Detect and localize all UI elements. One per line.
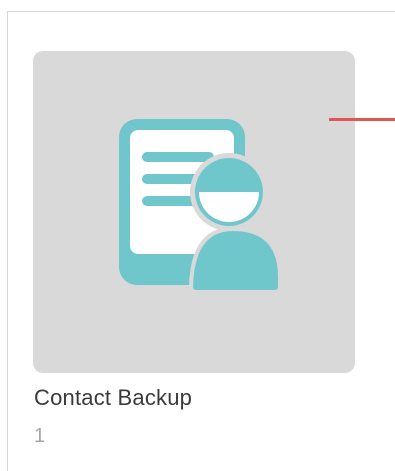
red-indicator-line bbox=[329, 118, 395, 121]
album-tile-contact-backup[interactable] bbox=[33, 51, 355, 373]
album-count: 1 bbox=[34, 425, 46, 447]
contact-backup-icon bbox=[119, 119, 282, 294]
album-title[interactable]: Contact Backup bbox=[34, 385, 192, 411]
